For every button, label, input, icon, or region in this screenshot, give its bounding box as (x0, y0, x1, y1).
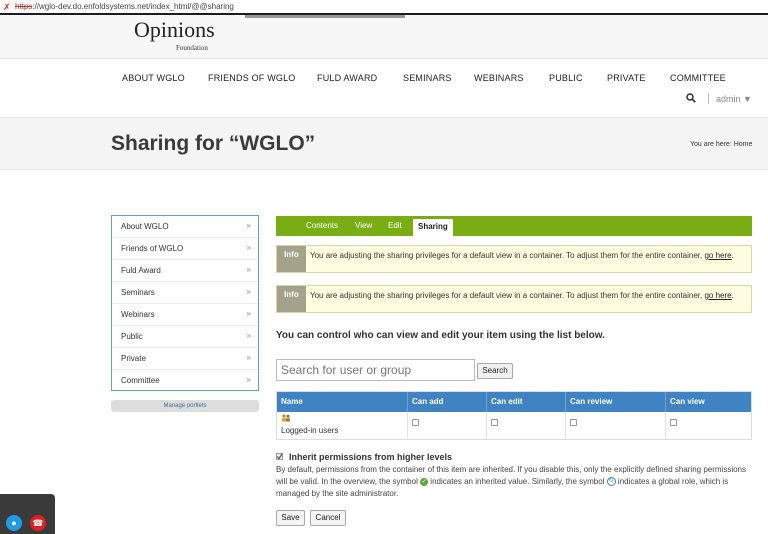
tab-edit[interactable]: Edit (388, 216, 402, 236)
portlet-item-about-wglo[interactable]: About WGLO» (112, 216, 258, 238)
portlet-item-webinars[interactable]: Webinars» (112, 304, 258, 326)
nav-item-webinars[interactable]: WEBINARS (474, 73, 524, 83)
portlet-item-committee[interactable]: Committee» (112, 370, 258, 392)
nav-item-friends-of-wglo[interactable]: FRIENDS OF WGLO (208, 73, 296, 83)
inherit-permissions-label: Inherit permissions from higher levels (289, 452, 453, 462)
manage-portlets-button[interactable]: Manage portlets (111, 400, 259, 412)
checkmark-icon (276, 453, 283, 460)
browser-url-bar[interactable]: ✗ https://wglo-dev.do.enfoldsystems.net/… (0, 0, 768, 15)
permissions-table: Name Can add Can edit Can review Can vie… (276, 391, 752, 440)
can-review-cell (566, 412, 666, 439)
insecure-lock-icon: ✗ (3, 2, 11, 12)
inherited-value-icon: ✓ (420, 477, 429, 486)
site-header (0, 15, 768, 59)
column-header-name: Name (277, 392, 408, 412)
can-add-cell (408, 412, 487, 439)
tools-divider (708, 93, 709, 104)
double-chevron-icon: » (246, 221, 251, 230)
can-edit-checkbox[interactable] (491, 419, 498, 426)
site-tagline-fragment (245, 15, 405, 18)
group-icon (281, 414, 291, 422)
microphone-button[interactable]: ● (6, 515, 22, 531)
double-chevron-icon: » (246, 265, 251, 274)
column-header-can-view: Can view (670, 397, 705, 406)
site-logo-subtitle: Foundation (176, 44, 208, 52)
can-view-checkbox[interactable] (670, 419, 677, 426)
portlet-item-private[interactable]: Private» (112, 348, 258, 370)
info-badge: Info (277, 286, 306, 312)
double-chevron-icon: » (246, 243, 251, 252)
can-view-cell (666, 412, 751, 439)
caret-down-icon: ▼ (743, 94, 752, 104)
double-chevron-icon: » (246, 375, 251, 384)
portlet-item-fuld-award[interactable]: Fuld Award» (112, 260, 258, 282)
tab-view[interactable]: View (355, 216, 372, 236)
phone-hangup-icon: ☎ (32, 518, 44, 528)
microphone-icon: ● (11, 518, 17, 528)
sharing-intro: You can control who can view and edit yo… (276, 330, 605, 341)
nav-item-seminars[interactable]: SEMINARS (403, 73, 452, 83)
portlet-item-friends-of-wglo[interactable]: Friends of WGLO» (112, 238, 258, 260)
double-chevron-icon: » (246, 287, 251, 296)
portlet-item-seminars[interactable]: Seminars» (112, 282, 258, 304)
cancel-button[interactable]: Cancel (310, 510, 346, 526)
can-add-checkbox[interactable] (412, 419, 419, 426)
inherit-permissions-help: By default, permissions from the contain… (276, 465, 747, 498)
search-icon[interactable] (686, 93, 696, 103)
user-menu[interactable]: admin ▼ (716, 94, 752, 104)
breadcrumb[interactable]: You are here: Home (690, 141, 752, 148)
column-header-can-edit: Can edit (487, 392, 566, 412)
go-here-link[interactable]: go here (704, 291, 731, 300)
hang-up-button[interactable]: ☎ (30, 515, 46, 531)
title-band: Sharing for “WGLO” You are here: Home (0, 117, 768, 170)
column-header-can-add: Can add (408, 392, 487, 412)
page-title: Sharing for “WGLO” (111, 132, 316, 155)
info-text: You are adjusting the sharing privileges… (310, 251, 734, 260)
tab-contents[interactable]: Contents (306, 216, 338, 236)
site-logo[interactable]: Opinions (134, 17, 215, 43)
global-role-icon: ↻ (606, 477, 616, 487)
double-chevron-icon: » (246, 353, 251, 362)
nav-item-committee[interactable]: COMMITTEE (670, 73, 726, 83)
nav-item-public[interactable]: PUBLIC (549, 73, 583, 83)
nav-item-about-wglo[interactable]: ABOUT WGLO (122, 73, 185, 83)
nav-item-private[interactable]: PRIVATE (607, 73, 646, 83)
call-controls-overlay: ● ☎ (0, 494, 55, 534)
save-button[interactable]: Save (276, 510, 305, 526)
inherit-permissions-checkbox[interactable] (276, 453, 283, 460)
navigation-portlet: About WGLO» Friends of WGLO» Fuld Award»… (111, 215, 259, 391)
user-group-search-input[interactable] (276, 359, 475, 381)
can-review-checkbox[interactable] (570, 419, 577, 426)
content-tabs: Contents View Edit Sharing (276, 216, 752, 236)
table-header: Name Can add Can edit Can review Can vie… (277, 392, 751, 412)
tab-sharing[interactable]: Sharing (412, 218, 454, 236)
double-chevron-icon: » (246, 309, 251, 318)
search-button[interactable]: Search (477, 363, 513, 379)
info-text: You are adjusting the sharing privileges… (310, 291, 734, 300)
name-cell: Logged-in users (277, 412, 408, 439)
nav-item-fuld-award[interactable]: FULD AWARD (317, 73, 377, 83)
url-text[interactable]: https://wglo-dev.do.enfoldsystems.net/in… (15, 0, 234, 14)
double-chevron-icon: » (246, 331, 251, 340)
main-navigation: ABOUT WGLO FRIENDS OF WGLO FULD AWARD SE… (110, 73, 760, 87)
info-message: Info You are adjusting the sharing privi… (276, 245, 752, 273)
can-edit-cell (487, 412, 566, 439)
info-message: Info You are adjusting the sharing privi… (276, 285, 752, 313)
go-here-link[interactable]: go here (704, 251, 731, 260)
info-badge: Info (277, 246, 306, 272)
column-header-can-review: Can review (566, 392, 666, 412)
portlet-item-public[interactable]: Public» (112, 326, 258, 348)
